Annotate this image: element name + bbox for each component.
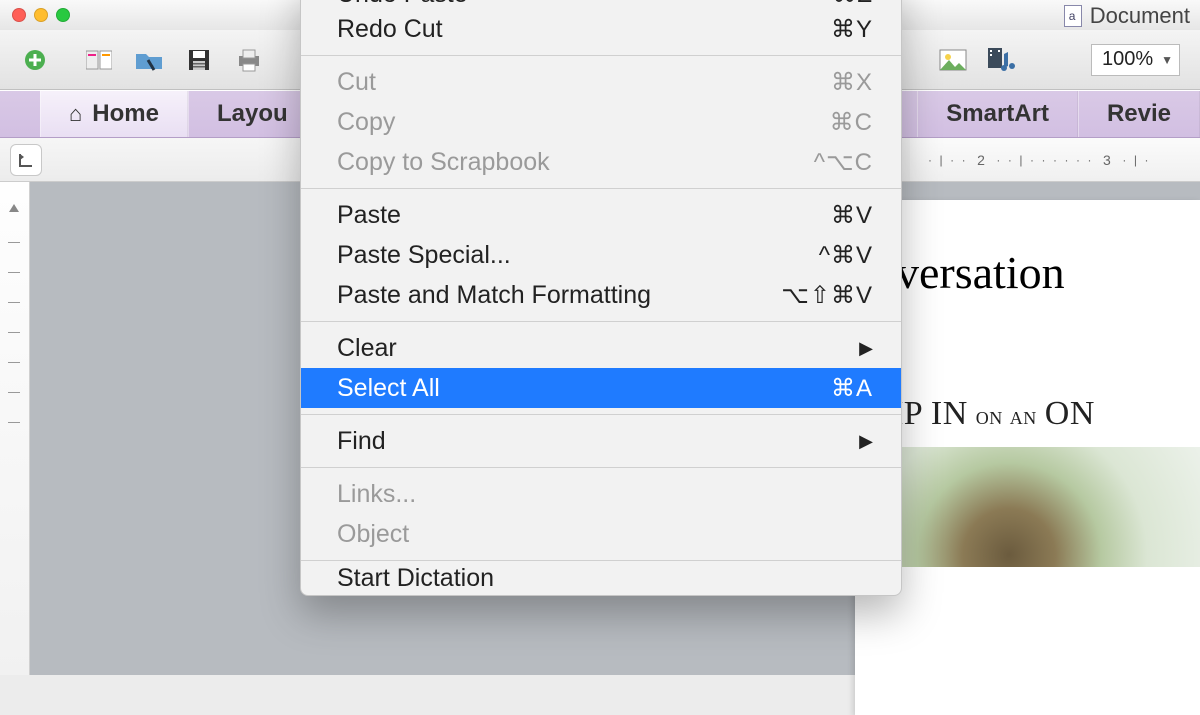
menu-select-all-label: Select All <box>337 374 440 403</box>
minimize-window-button[interactable] <box>34 8 48 22</box>
menu-separator <box>301 188 901 189</box>
menu-copy[interactable]: Copy ⌘C <box>301 102 901 142</box>
menu-paste-shortcut: ⌘V <box>831 201 873 230</box>
submenu-arrow-icon: ▶ <box>859 338 873 359</box>
submenu-arrow-icon: ▶ <box>859 431 873 452</box>
close-window-button[interactable] <box>12 8 26 22</box>
menu-paste-special[interactable]: Paste Special... ^⌘V <box>301 235 901 275</box>
document-subtitle: MP IN on an ON <box>873 395 1200 433</box>
picture-button[interactable] <box>930 42 976 78</box>
menu-links[interactable]: Links... <box>301 474 901 514</box>
menu-redo-cut-label: Redo Cut <box>337 15 443 44</box>
tab-home[interactable]: ⌂ Home <box>40 91 188 137</box>
menu-select-all-shortcut: ⌘A <box>831 374 873 403</box>
menu-object-label: Object <box>337 520 409 549</box>
save-button[interactable] <box>176 42 222 78</box>
tab-smartart-label: SmartArt <box>946 100 1049 128</box>
new-document-button[interactable] <box>12 42 58 78</box>
menu-separator <box>301 467 901 468</box>
tab-review-label: Revie <box>1107 100 1171 128</box>
ruler-num-3: 3 <box>1103 152 1110 168</box>
menu-paste-match-shortcut: ⌥⇧⌘V <box>781 281 873 310</box>
tab-smartart[interactable]: SmartArt <box>917 91 1078 137</box>
horizontal-ruler[interactable]: ·|·· 2 ··|······ 3 ·|· <box>910 138 1200 181</box>
menu-select-all[interactable]: Select All ⌘A <box>301 368 901 408</box>
menu-undo-paste-label: Undo Paste <box>337 0 468 9</box>
menu-cut-label: Cut <box>337 68 376 97</box>
menu-start-dictation[interactable]: Start Dictation <box>301 567 901 589</box>
zoom-value: 100% <box>1102 48 1153 71</box>
zoom-window-button[interactable] <box>56 8 70 22</box>
print-button[interactable] <box>226 42 272 78</box>
menu-paste-match-label: Paste and Match Formatting <box>337 281 651 310</box>
edit-menu: Undo Paste ⌘Z Redo Cut ⌘Y Cut ⌘X Copy ⌘C… <box>300 0 902 596</box>
vertical-ruler[interactable] <box>0 182 30 675</box>
templates-button[interactable] <box>76 42 122 78</box>
tab-review[interactable]: Revie <box>1078 91 1200 137</box>
document-heading: nversation <box>873 246 1200 299</box>
home-icon: ⌂ <box>69 101 82 127</box>
menu-copy-scrapbook[interactable]: Copy to Scrapbook ^⌥C <box>301 142 901 182</box>
menu-redo-cut[interactable]: Redo Cut ⌘Y <box>301 9 901 49</box>
menu-copy-shortcut: ⌘C <box>830 108 873 137</box>
menu-find-label: Find <box>337 427 386 456</box>
menu-cut[interactable]: Cut ⌘X <box>301 62 901 102</box>
tab-layout[interactable]: Layou <box>188 91 317 137</box>
menu-paste-match[interactable]: Paste and Match Formatting ⌥⇧⌘V <box>301 275 901 315</box>
menu-separator <box>301 55 901 56</box>
tab-layout-label: Layou <box>217 100 288 128</box>
menu-paste-label: Paste <box>337 201 401 230</box>
document-icon <box>1064 5 1082 27</box>
menu-separator <box>301 414 901 415</box>
menu-separator <box>301 321 901 322</box>
dropdown-arrow-icon: ▼ <box>1161 53 1173 67</box>
tab-home-label: Home <box>92 100 159 128</box>
menu-paste[interactable]: Paste ⌘V <box>301 195 901 235</box>
menu-copy-label: Copy <box>337 108 395 137</box>
menu-undo-paste-shortcut: ⌘Z <box>832 0 873 9</box>
ruler-num-2: 2 <box>977 152 984 168</box>
menu-clear[interactable]: Clear ▶ <box>301 328 901 368</box>
menu-paste-special-label: Paste Special... <box>337 241 511 270</box>
menu-copy-scrapbook-shortcut: ^⌥C <box>814 148 873 177</box>
document-title-text: Document <box>1090 3 1190 29</box>
orientation-button[interactable] <box>10 144 42 176</box>
media-button[interactable] <box>980 42 1026 78</box>
zoom-select[interactable]: 100% ▼ <box>1091 44 1180 76</box>
menu-cut-shortcut: ⌘X <box>831 68 873 97</box>
menu-object[interactable]: Object <box>301 514 901 554</box>
menu-clear-label: Clear <box>337 334 397 363</box>
document-page[interactable]: nversation MP IN on an ON <box>855 200 1200 715</box>
menu-undo-paste[interactable]: Undo Paste ⌘Z <box>301 0 901 9</box>
open-button[interactable] <box>126 42 172 78</box>
menu-links-label: Links... <box>337 480 416 509</box>
document-image <box>873 447 1200 567</box>
menu-redo-cut-shortcut: ⌘Y <box>831 15 873 44</box>
menu-find[interactable]: Find ▶ <box>301 421 901 461</box>
menu-separator <box>301 560 901 561</box>
menu-paste-special-shortcut: ^⌘V <box>819 241 873 270</box>
ruler-indent-marker[interactable] <box>6 204 22 216</box>
document-title-label: Document <box>1064 3 1190 29</box>
menu-copy-scrapbook-label: Copy to Scrapbook <box>337 148 550 177</box>
menu-start-dictation-label: Start Dictation <box>337 567 494 589</box>
